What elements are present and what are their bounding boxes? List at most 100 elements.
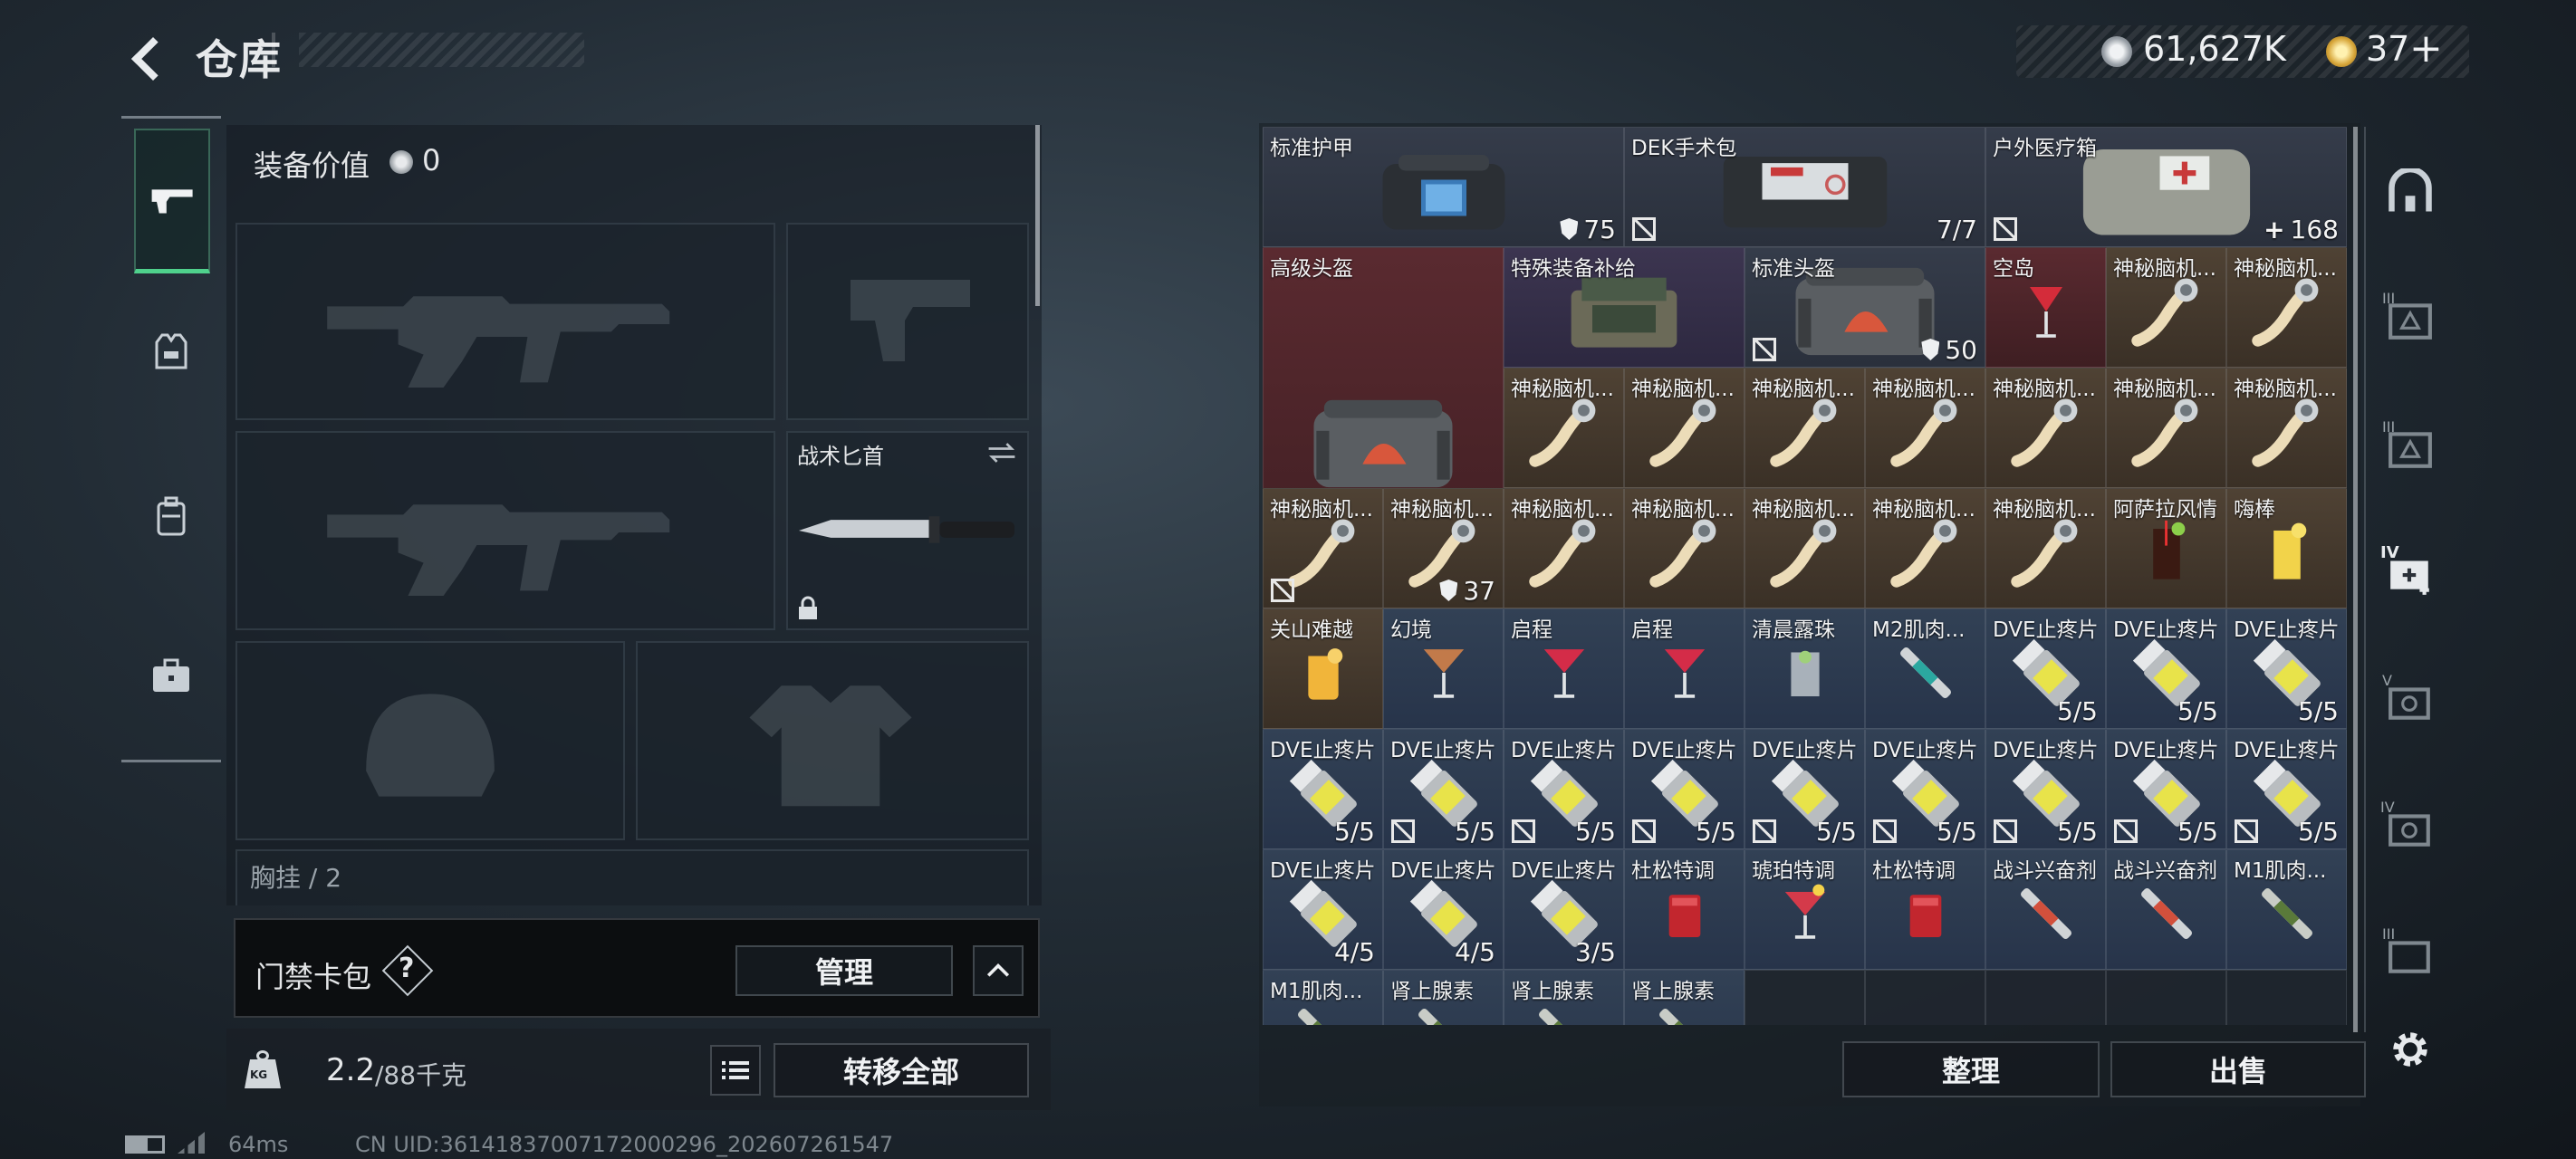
inventory-item[interactable]: DVE止疼片 5/5 <box>1263 729 1383 849</box>
inventory-item[interactable]: 标准护甲 75 <box>1263 127 1624 247</box>
inventory-item[interactable]: 神秘脑机... <box>1504 488 1624 608</box>
inventory-item[interactable]: 战斗兴奋剂 <box>2106 849 2226 970</box>
side-tab-tier-4[interactable]: IV <box>2379 797 2442 860</box>
inventory-item[interactable]: 神秘脑机... <box>1865 488 1985 608</box>
side-tab-tier-5[interactable]: V <box>2379 670 2442 733</box>
inventory-item[interactable]: DVE止疼片 5/5 <box>2226 608 2347 729</box>
inventory-item[interactable]: M1肌肉... <box>1263 970 1383 1025</box>
settings-button[interactable] <box>2379 1018 2442 1081</box>
inventory-item[interactable]: DVE止疼片 3/5 <box>1504 849 1624 970</box>
loadout-scrollbar[interactable] <box>1035 125 1040 306</box>
inventory-item[interactable]: 空岛 <box>1985 247 2106 368</box>
inventory-item[interactable]: DVE止疼片 5/5 <box>1624 729 1745 849</box>
armor-vest-icon <box>155 333 187 369</box>
inventory-item[interactable]: DVE止疼片 5/5 <box>1985 729 2106 849</box>
inventory-item[interactable]: DEK手术包 7/7 <box>1624 127 1985 247</box>
side-tab-tier-3c[interactable]: III <box>2379 924 2442 987</box>
manage-button[interactable]: 管理 <box>735 945 953 996</box>
inventory-item[interactable]: 关山难越 <box>1263 608 1383 729</box>
inventory-item[interactable]: DVE止疼片 5/5 <box>1865 729 1985 849</box>
nav-tab-case[interactable] <box>130 657 212 704</box>
inventory-item[interactable]: 肾上腺素 <box>1383 970 1504 1025</box>
inventory-item[interactable]: 户外医疗箱 +168 <box>1985 127 2347 247</box>
item-count-value: 3/5 <box>1574 937 1616 967</box>
body-armor-slot[interactable] <box>636 641 1029 840</box>
nav-tab-armor[interactable] <box>130 331 212 381</box>
inventory-item[interactable]: DVE止疼片 4/5 <box>1383 849 1504 970</box>
inventory-item[interactable]: 杜松特调 <box>1865 849 1985 970</box>
inventory-item[interactable]: 神秘脑机... <box>1624 368 1745 488</box>
empty-slot[interactable] <box>2226 970 2347 1025</box>
inventory-item[interactable]: 琥珀特调 <box>1745 849 1865 970</box>
list-view-button[interactable] <box>710 1045 761 1096</box>
inventory-item[interactable]: 神秘脑机... <box>2226 247 2347 368</box>
inventory-item[interactable]: DVE止疼片 5/5 <box>1504 729 1624 849</box>
nav-tab-backpack[interactable] <box>130 496 212 548</box>
back-button[interactable] <box>127 36 176 81</box>
inventory-item[interactable]: 神秘脑机... <box>1985 488 2106 608</box>
side-tab-tier-3[interactable]: III <box>2379 288 2442 351</box>
primary-weapon-slot[interactable] <box>235 223 775 420</box>
inventory-item[interactable]: 神秘脑机... <box>1624 488 1745 608</box>
inventory-scroll-area[interactable]: 标准护甲 75 DEK手术包 7/7 户外医疗箱 +168 高级头盔 37 特殊装备补给 标准头盔… <box>1263 127 2350 1025</box>
add-ticket-button[interactable]: + <box>2409 25 2443 72</box>
inventory-item[interactable]: DVE止疼片 5/5 <box>2226 729 2347 849</box>
item-name: 神秘脑机... <box>1631 498 1735 522</box>
side-tab-medical[interactable]: IV <box>2379 541 2442 605</box>
empty-slot[interactable] <box>1985 970 2106 1025</box>
list-icon <box>722 1061 749 1079</box>
item-count-badge: 50 <box>1921 335 1977 365</box>
inventory-item[interactable]: 启程 <box>1624 608 1745 729</box>
side-tab-tier-3b[interactable]: III <box>2379 417 2442 480</box>
inventory-item[interactable]: DVE止疼片 4/5 <box>1263 849 1383 970</box>
inventory-item[interactable]: 神秘脑机... <box>2106 247 2226 368</box>
secondary-rifle-slot[interactable] <box>235 431 775 630</box>
empty-slot[interactable] <box>1865 970 1985 1025</box>
inventory-item[interactable]: M1肌肉... <box>2226 849 2347 970</box>
inventory-item[interactable]: DVE止疼片 5/5 <box>1745 729 1865 849</box>
secondary-weapon-slot[interactable] <box>786 223 1029 420</box>
inventory-item[interactable]: 杜松特调 <box>1624 849 1745 970</box>
inventory-item[interactable]: 神秘脑机... <box>1504 368 1624 488</box>
inventory-item[interactable]: 神秘脑机... <box>1745 368 1865 488</box>
inventory-item[interactable]: 神秘脑机... <box>1865 368 1985 488</box>
inventory-item[interactable]: 幻境 <box>1383 608 1504 729</box>
melee-slot[interactable]: 战术匕首 <box>786 431 1029 630</box>
side-tab-safe-box[interactable] <box>2379 161 2442 225</box>
inventory-item[interactable]: DVE止疼片 5/5 <box>1985 608 2106 729</box>
inventory-item[interactable]: 神秘脑机... <box>2106 368 2226 488</box>
inventory-item[interactable]: 战斗兴奋剂 <box>1985 849 2106 970</box>
swap-arrows-icon[interactable] <box>985 440 1018 465</box>
inventory-item[interactable]: DVE止疼片 5/5 <box>2106 608 2226 729</box>
inventory-item[interactable]: 启程 <box>1504 608 1624 729</box>
transfer-all-button[interactable]: 转移全部 <box>774 1043 1029 1097</box>
helmet-bag-icon <box>1306 392 1460 500</box>
inventory-item[interactable]: 清晨露珠 <box>1745 608 1865 729</box>
sell-button[interactable]: 出售 <box>2110 1041 2366 1097</box>
inventory-item[interactable]: 神秘脑机... <box>2226 368 2347 488</box>
chest-rig-slot[interactable]: 胸挂 / 2 <box>235 849 1029 905</box>
nav-tab-weapons[interactable] <box>134 129 210 273</box>
inventory-item[interactable]: 神秘脑机... <box>1985 368 2106 488</box>
safe-box-icon <box>2389 168 2432 212</box>
sort-button[interactable]: 整理 <box>1842 1041 2100 1097</box>
helmet-slot[interactable] <box>235 641 625 840</box>
item-name: 战斗兴奋剂 <box>2113 859 2217 883</box>
empty-slot[interactable] <box>2106 970 2226 1025</box>
inventory-item[interactable]: 肾上腺素 <box>1504 970 1624 1025</box>
keycard-expand-button[interactable] <box>973 945 1024 996</box>
inventory-item[interactable]: 特殊装备补给 <box>1504 247 1745 368</box>
inventory-item[interactable]: DVE止疼片 5/5 <box>1383 729 1504 849</box>
inventory-item[interactable]: M2肌肉... <box>1865 608 1985 729</box>
inventory-item[interactable]: 肾上腺素 <box>1624 970 1745 1025</box>
inventory-item[interactable]: 嗨棒 <box>2226 488 2347 608</box>
item-name: 神秘脑机... <box>1993 498 2096 522</box>
empty-slot[interactable] <box>1745 970 1865 1025</box>
inventory-item[interactable]: 神秘脑机... <box>1745 488 1865 608</box>
inventory-item[interactable]: 阿萨拉风情 <box>2106 488 2226 608</box>
inventory-scrollbar[interactable] <box>2353 127 2358 1032</box>
weight-value: 2.2 <box>326 1052 376 1088</box>
inventory-item[interactable]: 标准头盔 50 <box>1745 247 1985 368</box>
armor-bag-icon <box>1376 146 1512 240</box>
inventory-item[interactable]: DVE止疼片 5/5 <box>2106 729 2226 849</box>
